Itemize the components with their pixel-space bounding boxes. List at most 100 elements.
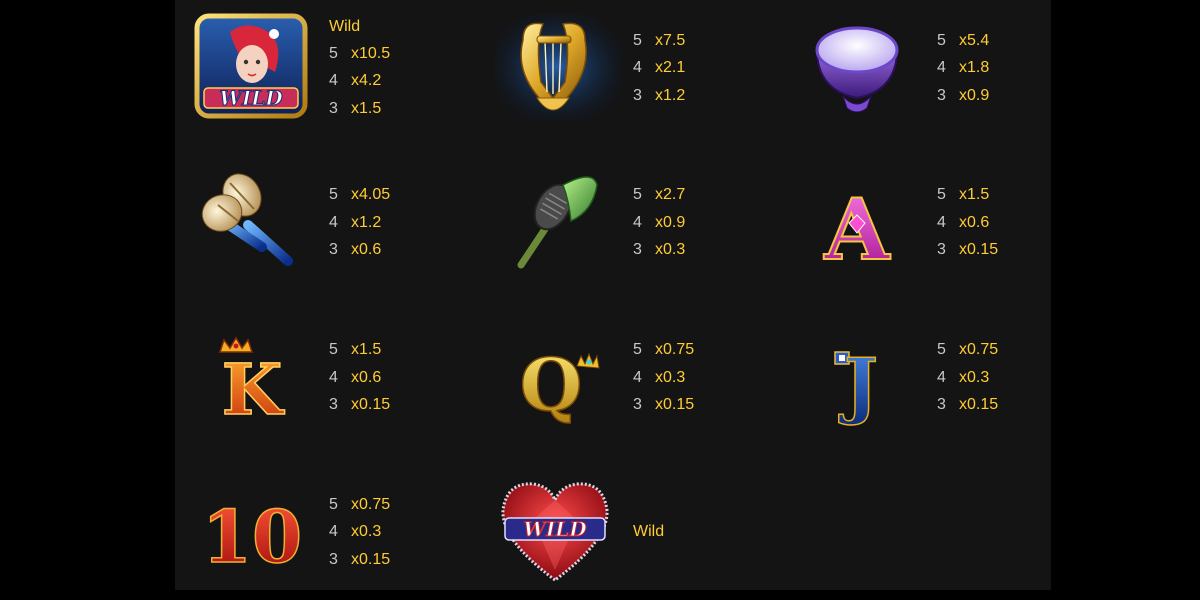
match-count: 3 — [937, 241, 946, 258]
match-count: 3 — [937, 396, 946, 413]
wild-badge: WILD — [523, 517, 587, 541]
pay-row: 4 x0.6 — [329, 367, 381, 389]
match-count: 3 — [329, 100, 338, 117]
match-count: 5 — [633, 341, 642, 358]
match-count: 5 — [633, 186, 642, 203]
pay-row: 3 x0.15 — [937, 239, 998, 261]
pay-multiplier: x0.6 — [959, 214, 990, 231]
pay-multiplier: x0.3 — [655, 369, 686, 386]
pay-row: 5 x0.75 — [937, 339, 998, 361]
pay-multiplier: x4.2 — [351, 72, 382, 89]
shell-maracas-icon — [190, 165, 320, 285]
pay-multiplier: x0.15 — [959, 396, 999, 413]
number-10-icon: 10 — [190, 478, 320, 598]
pay-row: 3 x0.15 — [633, 394, 694, 416]
paytable-panel: WILD Wild 5 x10.5 4 x4.2 3 x1.5 5 x7.5 4… — [175, 0, 1051, 590]
pay-row: 4 x1.2 — [329, 212, 381, 234]
pearl-drum-icon — [795, 12, 925, 132]
letter-j-icon: J — [795, 322, 925, 442]
pay-multiplier: x0.15 — [351, 396, 391, 413]
match-count: 3 — [329, 241, 338, 258]
pay-multiplier: x1.8 — [959, 59, 990, 76]
pay-multiplier: x1.5 — [959, 186, 990, 203]
match-count: 5 — [329, 45, 338, 62]
match-count: 5 — [329, 496, 338, 513]
pay-multiplier: x0.3 — [351, 523, 382, 540]
lyre-icon — [493, 12, 623, 132]
pay-row: 5 x2.7 — [633, 184, 685, 206]
pay-row: 5 x0.75 — [633, 339, 694, 361]
pay-row: 4 x0.3 — [329, 521, 381, 543]
pay-row: 4 x0.3 — [633, 367, 685, 389]
pay-row: 3 x1.5 — [329, 98, 381, 120]
match-count: 4 — [633, 59, 642, 76]
pay-row: 5 x10.5 — [329, 43, 390, 65]
match-count: 3 — [329, 551, 338, 568]
match-count: 5 — [937, 186, 946, 203]
pay-row: 4 x4.2 — [329, 70, 381, 92]
match-count: 5 — [937, 32, 946, 49]
pay-multiplier: x10.5 — [351, 45, 391, 62]
pay-multiplier: x0.3 — [959, 369, 990, 386]
pay-multiplier: x0.75 — [655, 341, 695, 358]
pay-multiplier: x0.3 — [655, 241, 686, 258]
pay-multiplier: x0.15 — [655, 396, 695, 413]
pay-row: 3 x0.15 — [937, 394, 998, 416]
pay-multiplier: x0.75 — [351, 496, 391, 513]
match-count: 5 — [329, 186, 338, 203]
pay-multiplier: x1.5 — [351, 100, 382, 117]
glyph-q: Q — [520, 342, 583, 427]
match-count: 3 — [329, 396, 338, 413]
pay-multiplier: x0.6 — [351, 369, 382, 386]
pay-multiplier: x2.7 — [655, 186, 686, 203]
shell-microphone-icon — [493, 165, 623, 285]
match-count: 4 — [633, 369, 642, 386]
pay-row: 3 x0.6 — [329, 239, 381, 261]
match-count: 5 — [329, 341, 338, 358]
pay-row: 5 x4.05 — [329, 184, 390, 206]
match-count: 3 — [633, 87, 642, 104]
letter-q-icon: Q — [493, 322, 623, 442]
pay-row: 3 x1.2 — [633, 85, 685, 107]
pay-multiplier: x1.2 — [351, 214, 382, 231]
pay-row: 5 x0.75 — [329, 494, 390, 516]
pay-row: 3 x0.3 — [633, 239, 685, 261]
pay-multiplier: x2.1 — [655, 59, 686, 76]
pay-multiplier: x4.05 — [351, 186, 391, 203]
match-count: 5 — [633, 32, 642, 49]
pay-multiplier: x5.4 — [959, 32, 990, 49]
pay-row: 5 x1.5 — [937, 184, 989, 206]
glyph-j: J — [838, 342, 878, 427]
pay-row: 5 x7.5 — [633, 30, 685, 52]
match-count: 4 — [329, 369, 338, 386]
match-count: 4 — [329, 72, 338, 89]
pay-multiplier: x1.5 — [351, 341, 382, 358]
match-count: 3 — [633, 241, 642, 258]
pay-row: 3 x0.15 — [329, 549, 390, 571]
pay-multiplier: x0.9 — [655, 214, 686, 231]
letter-a-icon: A — [795, 165, 925, 285]
wild-badge: WILD — [219, 86, 283, 110]
pay-multiplier: x0.9 — [959, 87, 990, 104]
mermaid-wild-icon: WILD — [190, 12, 320, 132]
match-count: 4 — [937, 59, 946, 76]
match-count: 4 — [329, 523, 338, 540]
pay-row: 4 x1.8 — [937, 57, 989, 79]
pay-multiplier: x0.15 — [351, 551, 391, 568]
pay-row: 5 x5.4 — [937, 30, 989, 52]
pay-multiplier: x7.5 — [655, 32, 686, 49]
letter-k-icon: K — [190, 322, 320, 442]
match-count: 4 — [937, 214, 946, 231]
match-count: 4 — [329, 214, 338, 231]
symbol-label: Wild — [633, 523, 665, 540]
pay-row: 3 x0.9 — [937, 85, 989, 107]
pay-row: 4 x0.9 — [633, 212, 685, 234]
glyph-k: K — [222, 348, 285, 431]
symbol-label: Wild — [329, 18, 361, 35]
pay-multiplier: x1.2 — [655, 87, 686, 104]
glyph-10: 10 — [202, 494, 302, 579]
pay-row: 4 x0.3 — [937, 367, 989, 389]
pay-row: 5 x1.5 — [329, 339, 381, 361]
match-count: 3 — [937, 87, 946, 104]
pay-multiplier: x0.6 — [351, 241, 382, 258]
